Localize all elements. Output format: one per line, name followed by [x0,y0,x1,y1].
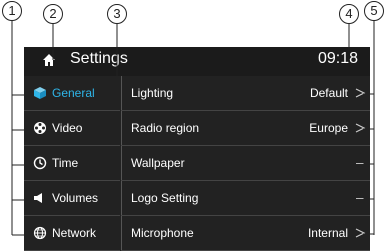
clock-icon [33,156,47,170]
callout-4: 4 [339,4,359,24]
sidebar-item-label: General [52,86,95,100]
cube-icon [34,87,46,99]
setting-label: Wallpaper [131,156,185,170]
callout-1: 1 [2,1,22,21]
header-bar: Settings 09:18 [24,47,370,76]
setting-row-radio-region[interactable]: Radio region Europe [121,111,370,146]
settings-screen: Settings 09:18 General Video Time Volume… [24,47,370,251]
sidebar-item-general[interactable]: General [24,76,120,111]
setting-row-lighting[interactable]: Lighting Default [121,76,370,111]
clock: 09:18 [317,50,358,67]
setting-value: Default [309,86,348,100]
callout-2: 2 [43,4,63,24]
setting-value: Internal [307,226,348,240]
chevron-right-icon [355,123,366,133]
sidebar-item-label: Time [52,156,79,170]
dash-icon [356,163,364,164]
setting-label: Radio region [131,121,200,135]
callout-5: 5 [364,1,384,21]
sidebar-item-time[interactable]: Time [24,146,120,181]
setting-row-logo-setting[interactable]: Logo Setting [121,181,370,216]
sidebar-item-network[interactable]: Network [24,216,120,251]
setting-row-wallpaper[interactable]: Wallpaper [121,146,370,181]
sidebar-item-video[interactable]: Video [24,111,120,146]
dash-icon [356,198,364,199]
callout-3: 3 [107,4,127,24]
sidebar: General Video Time Volumes Network [24,76,122,251]
page-title: Settings [70,50,128,67]
setting-label: Logo Setting [131,191,199,205]
speaker-icon [34,193,42,203]
globe-icon [33,226,47,240]
film-reel-icon [34,122,46,134]
setting-label: Lighting [131,86,174,100]
setting-label: Microphone [131,226,194,240]
setting-value: Europe [309,121,348,135]
sidebar-item-volumes[interactable]: Volumes [24,181,120,216]
sidebar-item-label: Volumes [52,191,99,205]
setting-row-microphone[interactable]: Microphone Internal [121,216,370,251]
chevron-right-icon [355,228,366,238]
sidebar-item-label: Video [52,121,83,135]
home-icon[interactable] [42,53,56,67]
settings-list: Lighting Default Radio region Europe Wal… [121,76,370,251]
chevron-right-icon [355,88,366,98]
sidebar-item-label: Network [52,226,97,240]
